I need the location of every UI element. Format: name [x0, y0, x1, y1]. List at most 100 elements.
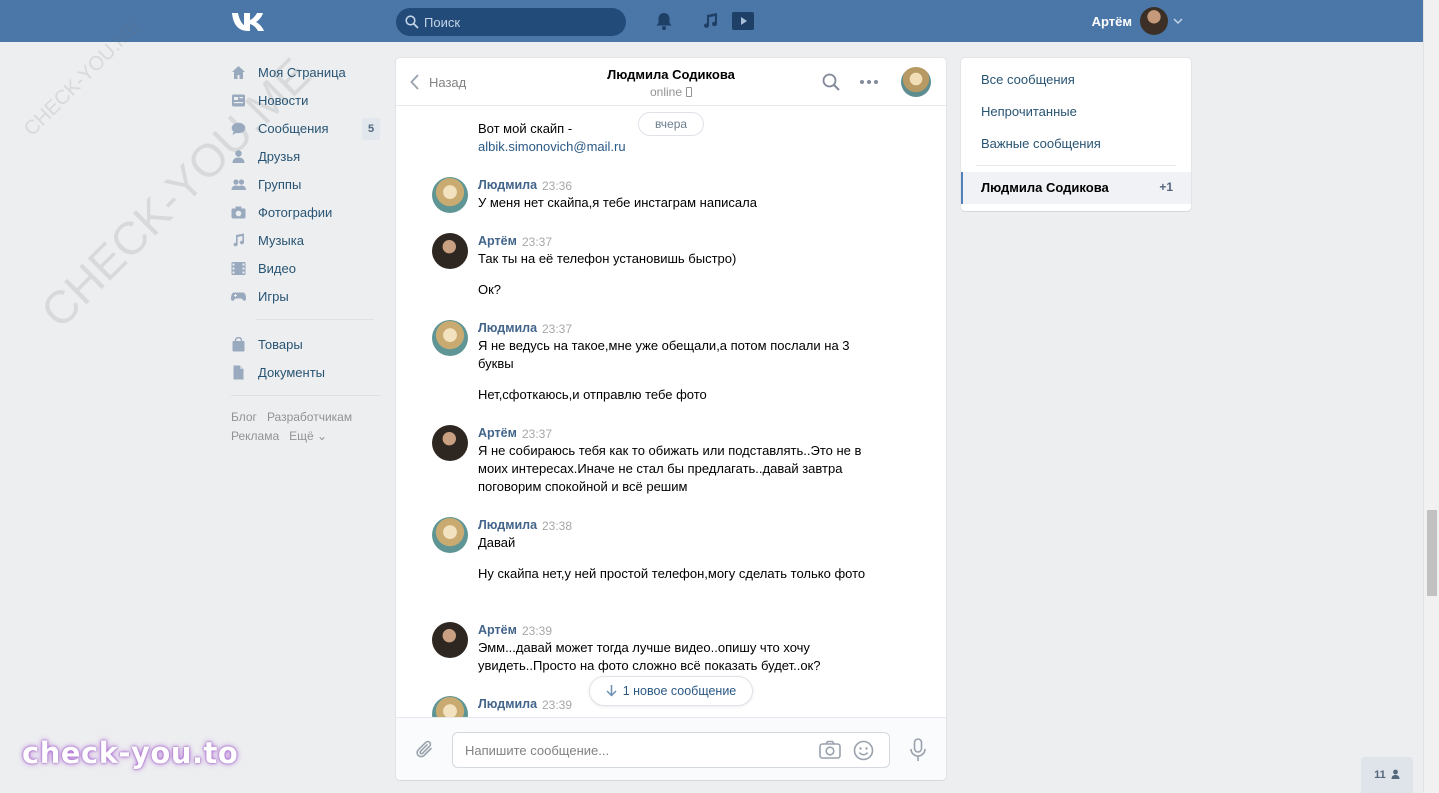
message-author[interactable]: Артём [478, 426, 517, 440]
paperclip-icon[interactable] [414, 739, 436, 761]
filter-unread[interactable]: Непрочитанные [981, 104, 1077, 119]
sidebar-item-label: Группы [258, 176, 302, 192]
message-author[interactable]: Людмила [478, 178, 537, 192]
message-history[interactable]: Вот мой скайп - albik.simonovich@mail.ru… [396, 107, 946, 717]
active-dialog-item[interactable]: Людмила Содикова +1 [961, 172, 1191, 204]
more-dots-icon[interactable] [859, 72, 879, 92]
message-input[interactable] [465, 733, 805, 767]
message-input-box[interactable] [452, 732, 890, 768]
message-text: У меня нет скайпа,я тебе инстаграм напис… [478, 195, 757, 210]
avatar[interactable] [432, 177, 468, 213]
camera-icon [231, 206, 246, 218]
user-avatar[interactable] [1140, 7, 1168, 35]
email-link[interactable]: albik.simonovich@mail.ru [478, 139, 626, 154]
footer-link-more[interactable]: Ещё ⌄ [289, 429, 327, 443]
message-text: Нет,сфоткаюсь,и отправлю тебе фото [478, 387, 707, 402]
active-dialog-name: Людмила Содикова [981, 180, 1109, 195]
message-time[interactable]: 23:37 [522, 235, 552, 249]
sidebar-item-documents[interactable]: Документы [231, 358, 381, 386]
sidebar-divider [231, 395, 380, 396]
chat-peer-name[interactable]: Людмила Содикова [546, 67, 796, 82]
messages-icon [231, 122, 246, 135]
avatar[interactable] [432, 320, 468, 356]
sidebar-item-games[interactable]: Игры [231, 282, 381, 310]
bag-icon [232, 336, 245, 351]
message-text: Я не ведусь на такое,мне уже обещали,а п… [478, 338, 850, 371]
footer-link-ads[interactable]: Реклама [231, 429, 279, 443]
sidebar-item-label: Друзья [258, 148, 301, 164]
new-messages-button[interactable]: 1 новое сообщение [589, 676, 753, 706]
chevron-left-icon [410, 74, 419, 90]
avatar[interactable] [432, 622, 468, 658]
messages-count-badge: 5 [362, 118, 380, 140]
play-icon[interactable] [731, 11, 755, 31]
chevron-down-icon[interactable] [1173, 16, 1183, 26]
microphone-icon[interactable] [908, 738, 928, 762]
message-text-prefix: Вот мой скайп - [478, 121, 573, 136]
sidebar-item-video[interactable]: Видео [231, 254, 381, 282]
message-time[interactable]: 23:38 [542, 519, 572, 533]
chat-peer-status: online [546, 85, 796, 99]
mobile-phone-icon [686, 87, 693, 97]
message-time[interactable]: 23:36 [542, 179, 572, 193]
message-time[interactable]: 23:39 [522, 624, 552, 638]
message-time[interactable]: 23:37 [522, 427, 552, 441]
emoji-smile-icon[interactable] [853, 740, 874, 761]
top-header: Артём [0, 0, 1423, 42]
video-icon [231, 261, 246, 275]
search-box[interactable] [396, 8, 626, 36]
message-time[interactable]: 23:37 [542, 322, 572, 336]
sidebar-footer-links: Блог Разработчикам Реклама Ещё ⌄ [231, 408, 381, 446]
search-input[interactable] [424, 8, 619, 36]
peer-avatar[interactable] [901, 67, 931, 97]
date-separator[interactable]: вчера [638, 112, 704, 136]
page-scrollbar[interactable] [1423, 0, 1439, 793]
sidebar-item-friends[interactable]: Друзья [231, 142, 381, 170]
document-icon [233, 365, 244, 379]
message-author[interactable]: Артём [478, 623, 517, 637]
message-composer [396, 717, 946, 780]
sidebar-item-groups[interactable]: Группы [231, 170, 381, 198]
sidebar-item-news[interactable]: Новости [231, 86, 381, 114]
chat-header: Назад Людмила Содикова online [396, 58, 946, 106]
avatar[interactable] [432, 425, 468, 461]
message-author[interactable]: Людмила [478, 321, 537, 335]
friends-icon [232, 149, 245, 163]
active-dialog-count: +1 [1159, 180, 1173, 194]
footer-link-developers[interactable]: Разработчикам [267, 410, 352, 424]
user-name[interactable]: Артём [1084, 14, 1132, 29]
filter-important[interactable]: Важные сообщения [981, 136, 1101, 151]
online-friends-button[interactable]: 11 [1361, 757, 1413, 793]
avatar[interactable] [432, 696, 468, 717]
left-sidebar: Моя Страница Новости Сообщения Друзья Гр… [231, 58, 381, 446]
music-note-icon[interactable] [700, 11, 720, 31]
search-icon[interactable] [821, 72, 841, 92]
message-text: Эмм...давай может тогда лучше видео..опи… [478, 640, 821, 673]
arrow-down-icon [606, 685, 617, 697]
sidebar-item-messages[interactable]: Сообщения [231, 114, 381, 142]
message-author[interactable]: Людмила [478, 518, 537, 532]
bell-icon[interactable] [654, 11, 674, 31]
sidebar-item-photos[interactable]: Фотографии [231, 198, 381, 226]
sidebar-item-my-page[interactable]: Моя Страница [231, 58, 381, 86]
online-status-text: online [649, 85, 683, 99]
sidebar-item-label: Игры [258, 288, 289, 304]
vk-logo-icon[interactable] [231, 11, 265, 31]
sidebar-item-music[interactable]: Музыка [231, 226, 381, 254]
person-icon [1391, 769, 1400, 779]
avatar[interactable] [432, 517, 468, 553]
footer-link-blog[interactable]: Блог [231, 410, 257, 424]
back-button[interactable]: Назад [410, 73, 466, 91]
sidebar-divider [256, 319, 374, 320]
message-text: Ну скайпа нет,у ней простой телефон,могу… [478, 566, 866, 581]
filter-all-messages[interactable]: Все сообщения [981, 72, 1075, 87]
camera-icon[interactable] [819, 740, 841, 760]
message-author[interactable]: Людмила [478, 697, 537, 711]
sidebar-item-label: Товары [258, 336, 303, 352]
sidebar-item-goods[interactable]: Товары [231, 330, 381, 358]
search-icon [405, 15, 419, 29]
message-time[interactable]: 23:39 [542, 698, 572, 712]
message-author[interactable]: Артём [478, 234, 517, 248]
scrollbar-thumb[interactable] [1427, 510, 1437, 596]
avatar[interactable] [432, 233, 468, 269]
